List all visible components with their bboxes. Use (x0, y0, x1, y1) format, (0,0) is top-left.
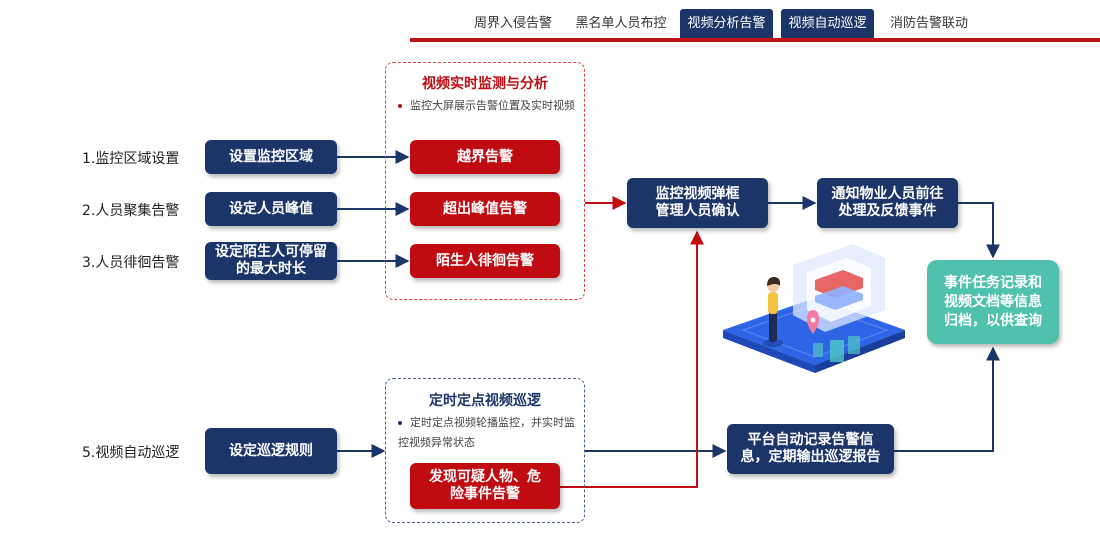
set-stranger-stay-box: 设定陌生人可停留的最大时长 (205, 242, 337, 280)
set-patrol-rules-box: 设定巡逻规则 (205, 428, 337, 474)
set-people-peak-box: 设定人员峰值 (205, 192, 337, 226)
monitor-group-title: 视频实时监测与分析 (422, 76, 548, 92)
row-label-auto-patrol: 5.视频自动巡逻 (82, 445, 180, 461)
bullet-dot (398, 421, 402, 425)
cross-border-alert-box: 越界告警 (410, 140, 560, 174)
arrow-notify-to-archive (958, 202, 1000, 259)
monitor-group-note: 监控大屏展示告警位置及实时视频 (398, 96, 578, 116)
popup-confirm-box: 监控视频弹框管理人员确认 (627, 178, 768, 228)
row-label-loiter-alert: 3.人员徘徊告警 (82, 255, 180, 271)
row-label-area-setting: 1.监控区域设置 (82, 151, 180, 167)
archive-query-box: 事件任务记录和视频文档等信息归档，以供查询 (927, 260, 1059, 344)
set-monitor-area-box: 设置监控区域 (205, 140, 337, 174)
row-label-crowd-alert: 2.人员聚集告警 (82, 203, 180, 219)
monitoring-platform-illustration (723, 244, 905, 373)
monitor-group-note-text: 监控大屏展示告警位置及实时视频 (410, 99, 575, 112)
bullet-dot (398, 104, 402, 108)
patrol-group-title: 定时定点视频巡逻 (429, 393, 541, 409)
patrol-group-note: 定时定点视频轮播监控，并实时监控视频异常状态 (398, 413, 580, 453)
peak-exceed-alert-box: 超出峰值告警 (410, 192, 560, 226)
suspicious-event-alert-box: 发现可疑人物、危险事件告警 (410, 463, 560, 509)
stranger-loiter-alert-box: 陌生人徘徊告警 (410, 244, 560, 278)
patrol-group-note-text: 定时定点视频轮播监控，并实时监控视频异常状态 (398, 416, 575, 449)
notify-property-box: 通知物业人员前往处理及反馈事件 (817, 178, 958, 228)
auto-record-report-box: 平台自动记录告警信息，定期输出巡逻报告 (727, 424, 894, 474)
